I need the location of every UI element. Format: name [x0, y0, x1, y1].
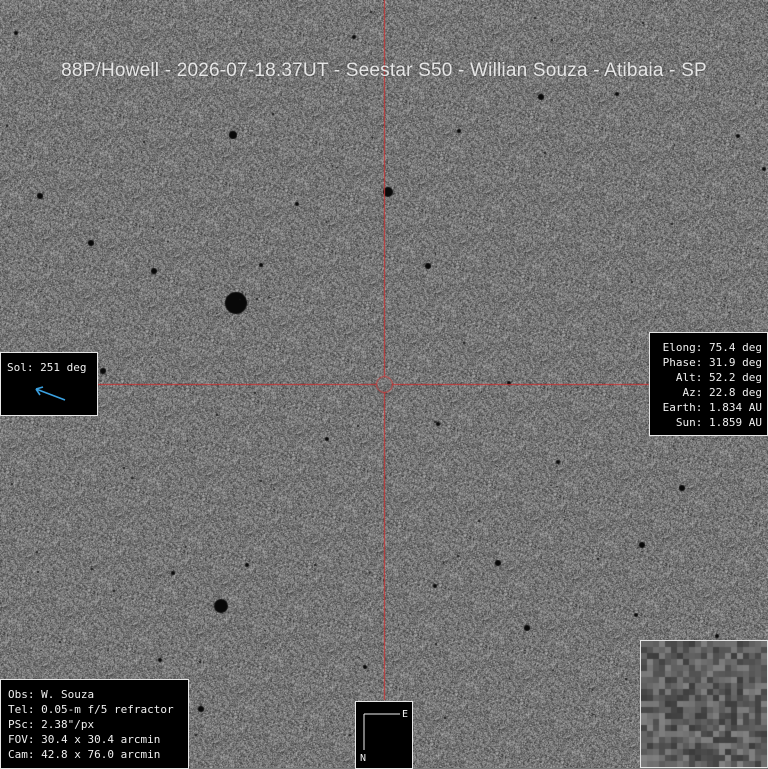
- compass-east-label: E: [402, 709, 409, 720]
- pixel-scale: PSc: 2.38"/px: [8, 718, 95, 731]
- ephemeris-altitude: Alt: 52.2 deg: [662, 371, 762, 384]
- ephemeris-sun-distance: Sun: 1.859 AU: [662, 416, 762, 429]
- sun-direction-panel: Sol: 251 deg: [0, 352, 98, 416]
- comet-zoom-thumbnail: [640, 640, 768, 768]
- compass-north-label: N: [360, 753, 367, 764]
- telescope-info: Tel: 0.05-m f/5 refractor: [8, 703, 174, 716]
- ephemeris-azimuth: Az: 22.8 deg: [662, 386, 762, 399]
- field-of-view: FOV: 30.4 x 30.4 arcmin: [8, 733, 161, 746]
- ephemeris-panel: Elong: 75.4 deg Phase: 31.9 deg Alt: 52.…: [649, 332, 768, 436]
- sun-direction-label: Sol: 251 deg: [7, 361, 87, 374]
- observer-name: Obs: W. Souza: [8, 688, 95, 701]
- sun-direction-arrow-icon: [35, 386, 66, 401]
- orientation-compass: E N: [355, 701, 413, 769]
- comet-zoom-image: [641, 641, 767, 767]
- image-title: 88P/Howell - 2026-07-18.37UT - Seestar S…: [61, 60, 707, 81]
- ephemeris-elongation: Elong: 75.4 deg: [662, 341, 762, 354]
- ephemeris-earth-distance: Earth: 1.834 AU: [662, 401, 762, 414]
- observation-info-panel: Obs: W. Souza Tel: 0.05-m f/5 refractor …: [0, 679, 189, 769]
- ephemeris-phase: Phase: 31.9 deg: [662, 356, 762, 369]
- camera-field: Cam: 42.8 x 76.0 arcmin: [8, 748, 161, 761]
